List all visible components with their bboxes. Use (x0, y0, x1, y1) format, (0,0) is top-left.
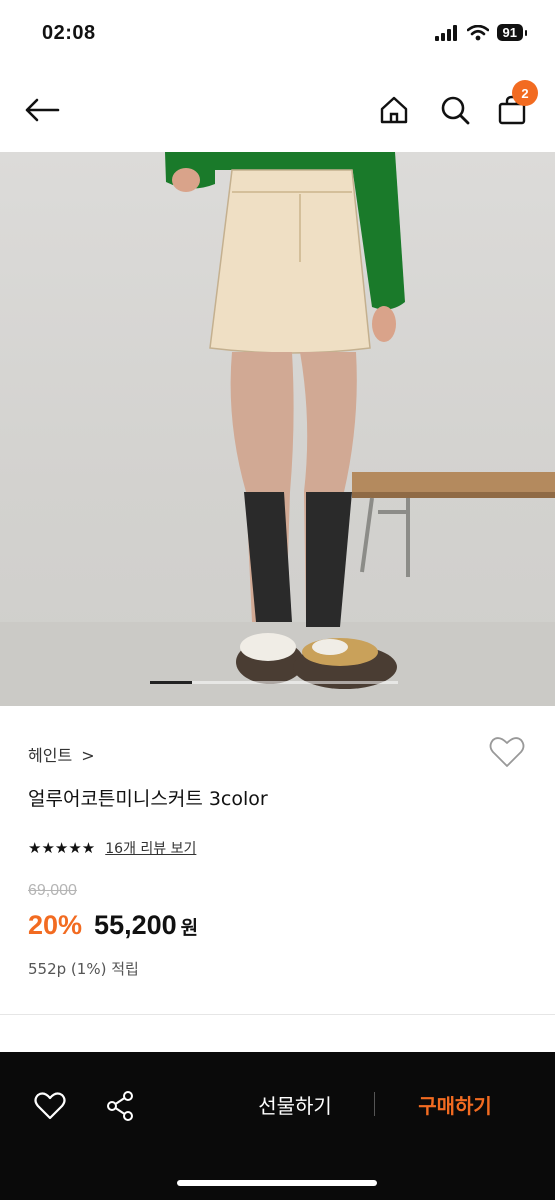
share-button[interactable] (100, 1086, 140, 1126)
signal-icon (434, 24, 457, 41)
carousel-indicator-active (150, 681, 192, 684)
back-button[interactable] (22, 90, 62, 130)
rating-row: ★★★★★ 16개 리뷰 보기 (28, 838, 196, 858)
top-nav: 2 (0, 78, 555, 142)
wishlist-button[interactable] (489, 736, 525, 772)
original-price: 69,000 (28, 882, 77, 899)
status-icons: 91 (434, 24, 528, 41)
currency-label: 원 (180, 917, 199, 939)
star-rating: ★★★★★ (28, 839, 96, 857)
wishlist-bottom-button[interactable] (30, 1086, 70, 1126)
review-link[interactable]: 16개 리뷰 보기 (105, 838, 196, 858)
home-indicator (177, 1180, 377, 1186)
cart-button[interactable]: 2 (492, 80, 538, 130)
discount-rate: 20% (28, 910, 83, 940)
buy-button[interactable]: 구매하기 (390, 1084, 520, 1124)
product-name: 얼루어코튼미니스커트 3color (28, 788, 268, 810)
heart-outline-icon (489, 737, 525, 767)
points-earned: 552p (1%) 적립 (28, 960, 139, 978)
heart-icon (34, 1092, 66, 1120)
price-row: 20% 55,200 원 (28, 910, 198, 941)
share-icon (107, 1091, 133, 1121)
bottom-action-bar: 선물하기 구매하기 (0, 1052, 555, 1200)
product-photo-illustration (0, 152, 555, 706)
search-button[interactable] (435, 90, 475, 130)
wifi-icon (466, 24, 489, 40)
back-arrow-icon (25, 98, 60, 122)
bottom-bar-separator (374, 1092, 375, 1116)
chevron-right-icon: > (81, 746, 95, 765)
home-button[interactable] (374, 90, 414, 130)
search-icon (441, 96, 470, 125)
section-divider (0, 1014, 555, 1015)
brand-link[interactable]: 헤인트 > (28, 742, 95, 766)
brand-name: 헤인트 (28, 746, 73, 765)
product-image[interactable] (0, 152, 555, 706)
battery-indicator: 91 (496, 24, 528, 41)
status-bar: 02:08 91 (0, 0, 555, 70)
cart-count-badge: 2 (512, 80, 538, 106)
status-time: 02:08 (42, 22, 96, 44)
home-icon (380, 96, 408, 124)
gift-button[interactable]: 선물하기 (230, 1084, 360, 1124)
carousel-indicator (150, 681, 398, 684)
sale-price: 55,200 (94, 910, 177, 940)
